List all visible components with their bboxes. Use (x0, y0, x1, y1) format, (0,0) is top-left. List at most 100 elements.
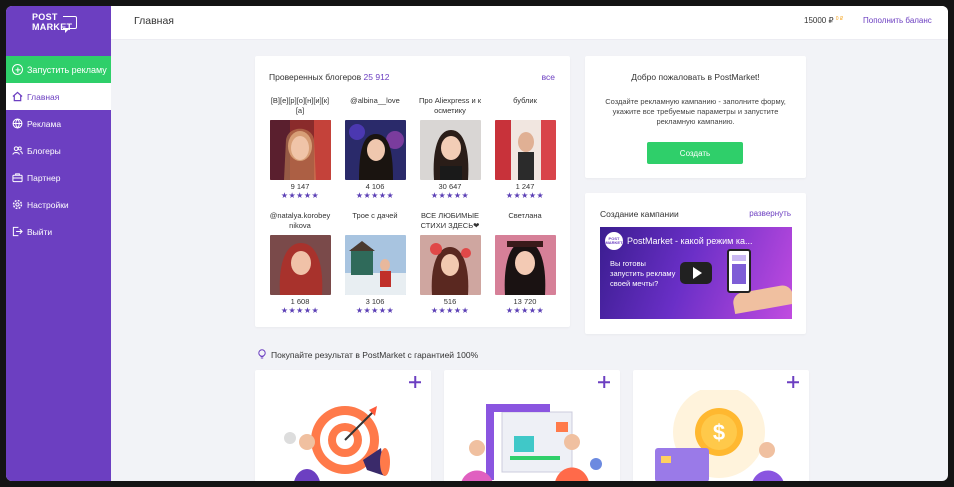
plus-icon[interactable] (787, 376, 799, 388)
blogger-subscribers: 1 608 (290, 297, 310, 306)
blogger-card[interactable]: Светлана 13 720 ★★★★★ (493, 211, 557, 315)
blogger-avatar[interactable] (419, 120, 481, 180)
lightbulb-icon (257, 349, 267, 360)
balance-value: 15000 ₽ (804, 16, 834, 25)
video-player[interactable]: POST MARKET PostMarket - какой режим ка.… (600, 227, 792, 319)
plus-icon[interactable] (598, 376, 610, 388)
users-icon (12, 145, 23, 156)
blogger-rating-stars: ★★★★★ (280, 306, 320, 315)
page-title: Главная (134, 15, 174, 27)
promo-card-analytics[interactable] (444, 370, 620, 481)
logout-icon (12, 226, 23, 237)
promo-title-text: Покупайте результат в PostMarket с гаран… (271, 349, 479, 360)
campaign-creation-card: Создание кампании развернуть POST MARKET… (585, 193, 806, 334)
blogger-card[interactable]: бублик 1 247 ★★★★★ (493, 96, 557, 200)
gear-icon (12, 199, 23, 210)
sidebar-item-logout[interactable]: Выйти (6, 218, 111, 245)
blogger-rating-stars: ★★★★★ (430, 306, 470, 315)
globe-icon (12, 118, 23, 129)
blogger-card[interactable]: Про Aliexpress и косметику 30 647 ★★★★★ (418, 96, 482, 200)
analytics-illustration (461, 404, 602, 481)
sidebar-item-partner[interactable]: Партнер (6, 164, 111, 191)
blogger-subscribers: 9 147 (290, 182, 310, 191)
payment-illustration: $ (655, 390, 784, 481)
blogger-card[interactable]: ВСЕ ЛЮБИМЫЕ СТИХИ ЗДЕСЬ❤ 516 ★★★★★ (418, 211, 482, 315)
create-campaign-button[interactable]: Создать (647, 142, 743, 164)
blogger-avatar[interactable] (494, 120, 556, 180)
blogger-subscribers: 4 106 (365, 182, 385, 191)
expand-link[interactable]: развернуть (749, 209, 791, 218)
home-icon (12, 91, 23, 102)
sidebar-item-settings[interactable]: Настройки (6, 191, 111, 218)
blogger-avatar[interactable] (344, 120, 406, 180)
blogger-rating-stars: ★★★★★ (355, 306, 395, 315)
launch-ad-label: Запустить рекламу (27, 64, 107, 75)
sidebar-item-bloggers[interactable]: Блогеры (6, 137, 111, 164)
sidebar-item-label: Реклама (27, 118, 62, 129)
blogger-card[interactable]: @natalya.korobeynikova 1 608 ★★★★★ (268, 211, 332, 315)
phone-illustration (727, 249, 751, 293)
logo-bubble-icon (63, 16, 77, 33)
blogger-name: @natalya.korobeynikova (269, 211, 331, 230)
plus-circle-icon (12, 64, 23, 75)
partner-icon (12, 172, 23, 183)
sidebar-item-label: Блогеры (27, 145, 61, 156)
sidebar: POST MARKET Запустить рекламу Главная Ре… (6, 6, 111, 481)
blogger-subscribers: 3 106 (365, 297, 385, 306)
target-illustration (284, 406, 390, 481)
blogger-avatar[interactable] (269, 120, 331, 180)
blogger-avatar[interactable] (344, 235, 406, 295)
blogger-avatar[interactable] (269, 235, 331, 295)
launch-ad-button[interactable]: Запустить рекламу (6, 56, 111, 83)
channel-logo: POST MARKET (605, 232, 623, 250)
blogger-name: Трое с дачей (352, 211, 398, 220)
postmarket-logo[interactable]: POST MARKET (32, 12, 82, 38)
campaign-title: Создание кампании (600, 209, 679, 219)
blogger-rating-stars: ★★★★★ (505, 306, 545, 315)
play-icon[interactable] (680, 262, 712, 284)
blogger-avatar[interactable] (419, 235, 481, 295)
blogger-rating-stars: ★★★★★ (430, 191, 470, 200)
bloggers-heading: Проверенных блогеров 25 912 (269, 72, 390, 82)
blogger-subscribers: 30 647 (438, 182, 462, 191)
sidebar-item-label: Главная (27, 91, 60, 102)
blogger-subscribers: 1 247 (515, 182, 535, 191)
plus-icon[interactable] (409, 376, 421, 388)
bloggers-title: Проверенных блогеров (269, 72, 362, 82)
welcome-title: Добро пожаловать в PostMarket! (631, 72, 760, 82)
sidebar-item-label: Выйти (27, 226, 53, 237)
blogger-subscribers: 516 (443, 297, 457, 306)
blogger-name: Светлана (508, 211, 542, 220)
sidebar-item-home[interactable]: Главная (6, 83, 111, 110)
blogger-rating-stars: ★★★★★ (505, 191, 545, 200)
promo-card-payment[interactable]: $ (633, 370, 809, 481)
welcome-card: Добро пожаловать в PostMarket! Создайте … (585, 56, 806, 178)
blogger-name: Про Aliexpress и косметику (418, 96, 482, 115)
promo-card-target[interactable] (255, 370, 431, 481)
video-caption: Вы готовы запустить рекламу своей мечты? (610, 259, 676, 288)
welcome-description: Создайте рекламную кампанию - заполните … (605, 97, 786, 126)
sidebar-item-label: Партнер (27, 172, 61, 183)
blogger-card[interactable]: Трое с дачей 3 106 ★★★★★ (343, 211, 407, 315)
blogger-avatar[interactable] (494, 235, 556, 295)
bonus-balance-badge: 0 ₽ (835, 16, 844, 22)
promo-heading: Покупайте результат в PostMarket с гаран… (257, 349, 478, 360)
blogger-subscribers: 13 720 (513, 297, 537, 306)
verified-bloggers-card: Проверенных блогеров 25 912 все [В][е][р… (255, 56, 570, 327)
blogger-name: @albina__love (350, 96, 400, 105)
balance-display: 15000 ₽ 0 ₽ (804, 16, 843, 25)
top-header: Главная 15000 ₽ 0 ₽ Пополнить баланс (111, 6, 948, 40)
sidebar-item-ads[interactable]: Реклама (6, 110, 111, 137)
blogger-rating-stars: ★★★★★ (280, 191, 320, 200)
blogger-name: бублик (513, 96, 537, 105)
blogger-rating-stars: ★★★★★ (355, 191, 395, 200)
svg-text:$: $ (713, 420, 725, 445)
top-up-balance-link[interactable]: Пополнить баланс (863, 16, 932, 25)
blogger-name: [В][е][р][о][н][и][к][а] (270, 96, 330, 115)
blogger-card[interactable]: [В][е][р][о][н][и][к][а] 9 147 ★★★★★ (268, 96, 332, 200)
blogger-card[interactable]: @albina__love 4 106 ★★★★★ (343, 96, 407, 200)
sidebar-item-label: Настройки (27, 199, 69, 210)
app-window: POST MARKET Запустить рекламу Главная Ре… (6, 6, 948, 481)
all-bloggers-link[interactable]: все (542, 72, 555, 82)
blogger-name: ВСЕ ЛЮБИМЫЕ СТИХИ ЗДЕСЬ❤ (420, 211, 480, 230)
